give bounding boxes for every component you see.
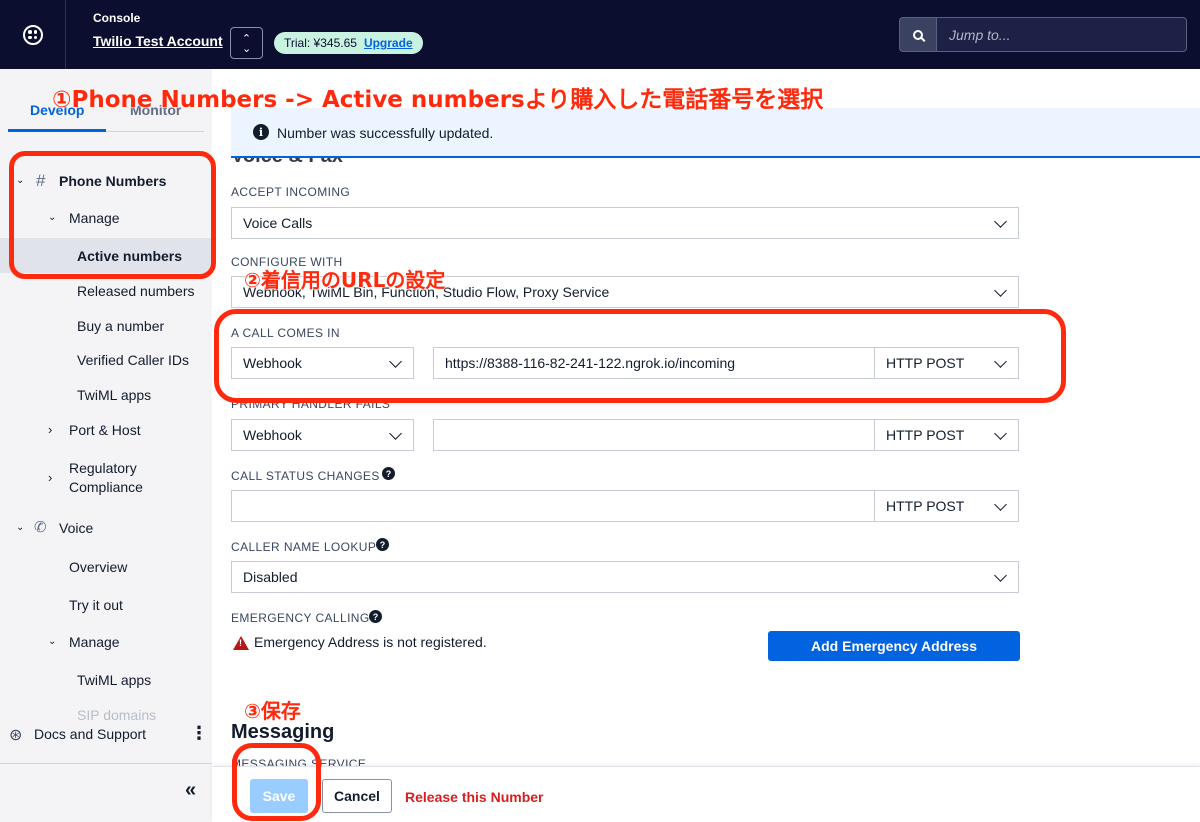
active-tab-indicator bbox=[8, 129, 106, 132]
caller-name-lookup-select[interactable]: Disabled bbox=[231, 561, 1019, 593]
chevron-down-icon: ⌄ bbox=[48, 636, 57, 647]
phone-icon: ✆ bbox=[34, 519, 47, 536]
trial-balance-badge: Trial: ¥345.65 Upgrade bbox=[274, 32, 423, 54]
lifebuoy-icon: ⊛ bbox=[9, 727, 23, 744]
sidebar-item-voice[interactable]: Voice bbox=[59, 520, 93, 536]
status-changes-url-input[interactable] bbox=[231, 490, 875, 522]
search-icon bbox=[913, 29, 923, 40]
chevron-right-icon: › bbox=[48, 470, 53, 485]
annotation-step2: ②着信用のURLの設定 bbox=[244, 268, 446, 293]
annotation-step3: ③保存 bbox=[244, 699, 302, 724]
info-icon: i bbox=[253, 124, 269, 140]
sidebar-item-try-it-out[interactable]: Try it out bbox=[69, 597, 123, 613]
sidebar-item-port-host[interactable]: Port & Host bbox=[69, 422, 141, 438]
annotation-step1: ①Phone Numbers -> Active numbersより購入した電話… bbox=[52, 87, 824, 114]
search-button[interactable] bbox=[899, 17, 936, 52]
help-icon[interactable]: ? bbox=[376, 538, 389, 551]
accept-incoming-select[interactable]: Voice Calls bbox=[231, 207, 1019, 239]
notification-text: Number was successfully updated. bbox=[277, 125, 494, 141]
status-changes-method-select[interactable]: HTTP POST bbox=[874, 490, 1019, 522]
account-switcher-button[interactable]: ⌃ ⌃ bbox=[230, 27, 263, 59]
annotation-box-save bbox=[232, 743, 321, 821]
top-bar: Console Twilio Test Account ⌃ ⌃ Trial: ¥… bbox=[0, 0, 1200, 69]
collapse-sidebar-icon[interactable]: « bbox=[185, 779, 196, 802]
sidebar-item-voice-twiml-apps[interactable]: TwiML apps bbox=[77, 672, 151, 688]
bottom-action-bar: Save Cancel Release this Number bbox=[212, 766, 1200, 822]
sidebar-footer-divider bbox=[0, 763, 212, 764]
sidebar-item-voice-manage[interactable]: Manage bbox=[69, 634, 120, 650]
sidebar-item-docs-support[interactable]: Docs and Support bbox=[34, 726, 146, 742]
sidebar-item-verified-caller-ids[interactable]: Verified Caller IDs bbox=[77, 352, 189, 368]
warning-icon bbox=[233, 636, 249, 650]
chevron-down-icon: ⌄ bbox=[16, 522, 25, 533]
chevron-down-icon bbox=[994, 498, 1007, 511]
help-icon[interactable]: ? bbox=[382, 467, 395, 480]
caller-name-lookup-label: CALLER NAME LOOKUP bbox=[231, 540, 377, 554]
account-name-link[interactable]: Twilio Test Account bbox=[93, 33, 223, 49]
primary-fails-method-select[interactable]: HTTP POST bbox=[874, 419, 1019, 451]
tabs-divider bbox=[106, 131, 204, 132]
add-emergency-address-button[interactable]: Add Emergency Address bbox=[768, 631, 1020, 661]
annotation-box-active-numbers bbox=[9, 151, 216, 279]
upgrade-link[interactable]: Upgrade bbox=[364, 36, 413, 50]
help-icon[interactable]: ? bbox=[369, 610, 382, 623]
sidebar-item-twiml-apps[interactable]: TwiML apps bbox=[77, 387, 151, 403]
chevron-down-icon bbox=[994, 215, 1007, 228]
console-label: Console bbox=[93, 11, 141, 25]
chevron-down-icon bbox=[994, 284, 1007, 297]
status-changes-method-value: HTTP POST bbox=[886, 498, 965, 514]
twilio-logo-button[interactable] bbox=[0, 0, 66, 69]
section-title-messaging: Messaging bbox=[231, 721, 335, 743]
accept-incoming-value: Voice Calls bbox=[243, 215, 313, 231]
chevron-down-icon: ⌃ bbox=[241, 41, 252, 53]
more-vertical-icon[interactable]: ⋮ bbox=[190, 723, 208, 744]
primary-fails-url-input[interactable] bbox=[433, 419, 875, 451]
caller-name-lookup-value: Disabled bbox=[243, 569, 298, 585]
jump-to-input[interactable] bbox=[936, 17, 1187, 52]
primary-fails-type-select[interactable]: Webhook bbox=[231, 419, 414, 451]
release-number-link[interactable]: Release this Number bbox=[405, 789, 544, 805]
primary-fails-type-value: Webhook bbox=[243, 427, 302, 443]
chevron-right-icon: › bbox=[48, 422, 53, 437]
chevron-down-icon bbox=[994, 427, 1007, 440]
annotation-box-call-comes-in bbox=[214, 309, 1066, 403]
chevron-down-icon bbox=[994, 569, 1007, 582]
emergency-calling-label: EMERGENCY CALLING bbox=[231, 611, 370, 625]
sidebar-item-released-numbers[interactable]: Released numbers bbox=[77, 283, 195, 299]
sidebar-item-regulatory-line2[interactable]: Compliance bbox=[69, 479, 143, 495]
twilio-logo-icon bbox=[22, 24, 43, 45]
sidebar-item-sip-domains[interactable]: SIP domains bbox=[77, 707, 156, 723]
sidebar-item-overview[interactable]: Overview bbox=[69, 559, 127, 575]
chevron-down-icon bbox=[389, 427, 402, 440]
main-content: Voice & Fax i Number was successfully up… bbox=[212, 69, 1200, 822]
primary-fails-method-value: HTTP POST bbox=[886, 427, 965, 443]
call-status-changes-label: CALL STATUS CHANGES bbox=[231, 469, 380, 483]
trial-balance-text: Trial: ¥345.65 bbox=[284, 36, 357, 50]
cancel-button[interactable]: Cancel bbox=[322, 779, 392, 813]
success-notification: i Number was successfully updated. bbox=[231, 108, 1200, 158]
sidebar-item-regulatory-line1[interactable]: Regulatory bbox=[69, 460, 137, 476]
accept-incoming-label: ACCEPT INCOMING bbox=[231, 185, 351, 199]
emergency-warning-text: Emergency Address is not registered. bbox=[254, 634, 487, 650]
sidebar-item-buy-number[interactable]: Buy a number bbox=[77, 318, 164, 334]
